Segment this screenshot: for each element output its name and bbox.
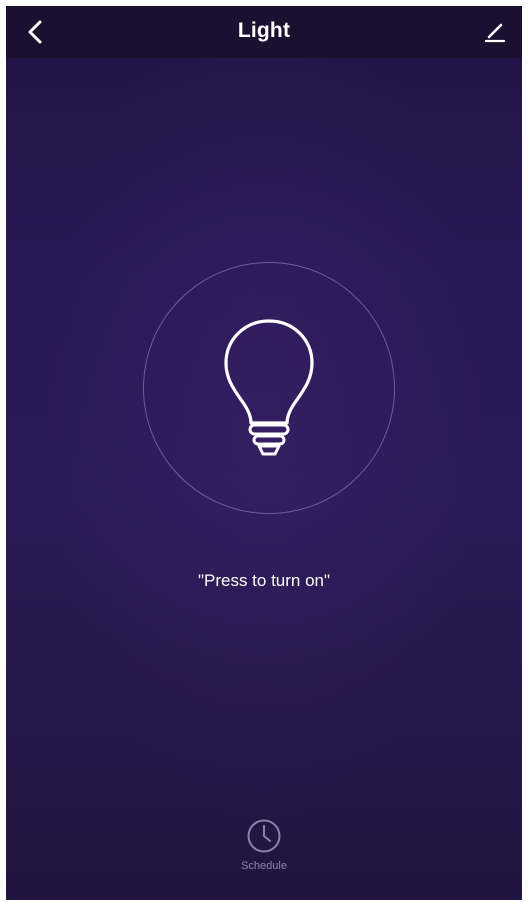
header-bar: Light <box>6 6 522 58</box>
schedule-label: Schedule <box>241 860 287 872</box>
pencil-icon <box>484 23 506 43</box>
edit-button[interactable] <box>478 16 512 48</box>
page-title: Light <box>237 19 291 42</box>
clock-icon <box>247 819 281 853</box>
device-screen: Light "Press to turn on" Schedule <box>6 6 522 900</box>
lightbulb-icon <box>224 319 314 456</box>
power-toggle-button[interactable] <box>143 262 395 514</box>
schedule-button[interactable]: Schedule <box>228 818 300 890</box>
press-hint-text: "Press to turn on" <box>197 571 331 590</box>
